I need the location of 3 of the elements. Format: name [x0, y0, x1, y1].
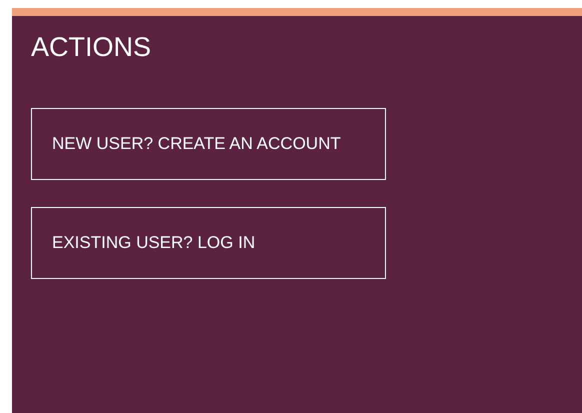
action-button[interactable]: EXISTING USER? LOG IN: [31, 207, 386, 279]
action-button[interactable]: NEW USER? CREATE AN ACCOUNT: [31, 108, 386, 180]
panel-title: ACTIONS: [31, 31, 152, 64]
